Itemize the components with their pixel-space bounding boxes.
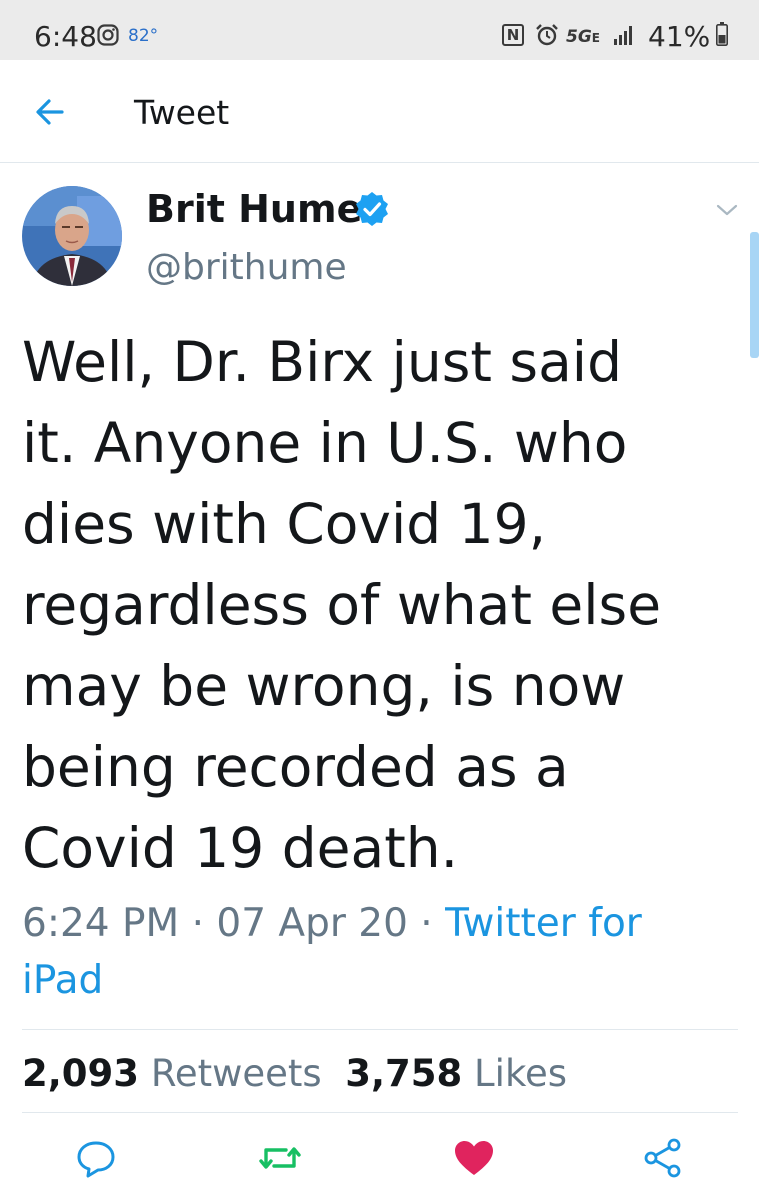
tweet-source-link[interactable]: Twitter for bbox=[445, 901, 642, 946]
meta-separator: · bbox=[420, 901, 433, 946]
retweets-count: 2,093 bbox=[22, 1052, 140, 1095]
likes-stat[interactable]: 3,758 Likes bbox=[345, 1052, 567, 1095]
tweet-text: Well, Dr. Birx just said it. Anyone in U… bbox=[22, 322, 722, 889]
status-time: 6:48 bbox=[34, 20, 97, 53]
username[interactable]: @brithume bbox=[146, 246, 347, 290]
meta-separator: · bbox=[191, 901, 204, 946]
likes-label: Likes bbox=[474, 1052, 568, 1095]
engagement-stats: 2,093 Retweets 3,758 Likes bbox=[22, 1049, 567, 1099]
status-bar: 6:48 82° N 5GE 41% bbox=[0, 0, 759, 60]
tweet-text-line: dies with Covid 19, bbox=[22, 492, 547, 556]
tweet-text-line: Well, Dr. Birx just said bbox=[22, 330, 622, 394]
tweet-text-line: Covid 19 death. bbox=[22, 816, 459, 880]
signal-icon bbox=[612, 24, 636, 46]
divider bbox=[22, 1112, 738, 1113]
back-arrow-icon[interactable] bbox=[32, 94, 68, 130]
nfc-icon: N bbox=[502, 24, 524, 46]
tweet-metadata: 6:24 PM · 07 Apr 20 · Twitter for iPad bbox=[22, 895, 722, 1009]
network-sub-label: E bbox=[591, 31, 600, 45]
tweet-text-line: regardless of what else bbox=[22, 573, 662, 637]
tweet-text-line: being recorded as a bbox=[22, 735, 569, 799]
chevron-down-icon[interactable] bbox=[714, 200, 740, 220]
battery-percent: 41% bbox=[648, 20, 711, 53]
top-app-bar: Tweet bbox=[0, 60, 759, 163]
reply-icon[interactable] bbox=[74, 1136, 118, 1180]
page-title: Tweet bbox=[134, 93, 230, 132]
avatar[interactable] bbox=[22, 186, 122, 286]
divider bbox=[22, 1029, 738, 1030]
network-label: 5G bbox=[566, 27, 592, 47]
heart-icon[interactable] bbox=[452, 1136, 496, 1180]
network-type: 5GE bbox=[566, 27, 600, 48]
share-icon[interactable] bbox=[640, 1136, 684, 1180]
tweet-date: 07 Apr 20 bbox=[216, 901, 408, 946]
verified-badge-icon bbox=[354, 191, 390, 227]
display-name[interactable]: Brit Hume bbox=[146, 186, 362, 232]
retweets-label: Retweets bbox=[150, 1052, 322, 1095]
status-temperature: 82° bbox=[128, 26, 159, 46]
tweet-text-line: it. Anyone in U.S. who bbox=[22, 411, 628, 475]
tweet-source-link[interactable]: iPad bbox=[22, 958, 103, 1003]
retweets-stat[interactable]: 2,093 Retweets bbox=[22, 1052, 322, 1095]
retweet-icon[interactable] bbox=[258, 1136, 302, 1180]
tweet-time: 6:24 PM bbox=[22, 901, 180, 946]
instagram-icon bbox=[97, 24, 119, 46]
tweet-text-line: may be wrong, is now bbox=[22, 654, 626, 718]
scrollbar[interactable] bbox=[750, 232, 759, 358]
battery-icon bbox=[716, 22, 728, 46]
likes-count: 3,758 bbox=[345, 1052, 463, 1095]
alarm-icon bbox=[534, 22, 560, 48]
